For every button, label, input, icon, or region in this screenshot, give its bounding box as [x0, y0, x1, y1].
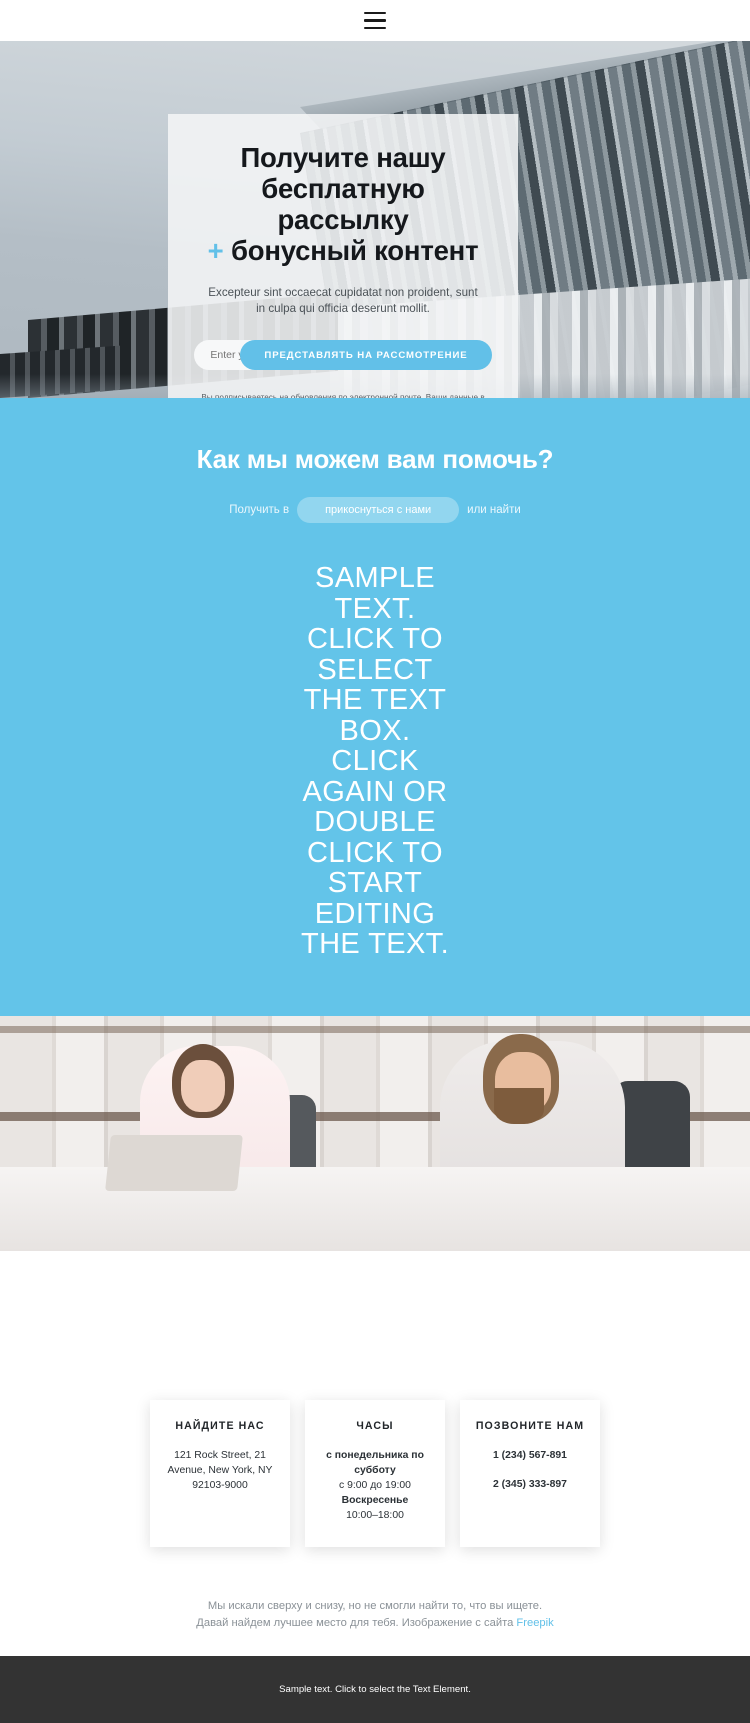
card-line: Воскресенье	[341, 1495, 409, 1506]
burger-line	[364, 19, 386, 22]
contact-us-pill-button[interactable]: прикоснуться с нами	[297, 497, 460, 523]
office-photo-band	[0, 1015, 750, 1251]
burger-line	[364, 12, 386, 15]
bottom-note-line-1: Мы искали сверху и снизу, но не смогли н…	[207, 1600, 543, 1612]
page-title: Получите нашу бесплатную рассылку + бону…	[194, 142, 492, 266]
footer-text[interactable]: Sample text. Click to select the Text El…	[279, 1684, 471, 1695]
card-line: 92103-9000	[192, 1480, 248, 1491]
card-line: Avenue, New York, NY	[167, 1465, 273, 1476]
hero-title-line-1: Получите нашу	[240, 142, 446, 173]
burger-line	[364, 26, 386, 29]
contact-card-call-us: ПОЗВОНИТЕ НАМ 1 (234) 567-891 2 (345) 33…	[460, 1400, 600, 1547]
contact-cards-row: НАЙДИТЕ НАС 121 Rock Street, 21 Avenue, …	[0, 1400, 750, 1547]
help-section-cta-row: Получить в прикоснуться с нами или найти	[0, 497, 750, 523]
hero-section: Получите нашу бесплатную рассылку + бону…	[0, 41, 750, 398]
newsletter-card: Получите нашу бесплатную рассылку + бону…	[168, 114, 518, 398]
newsletter-disclaimer: Вы подписываетесь на обновления по элект…	[194, 392, 492, 398]
submit-button[interactable]: ПРЕДСТАВЛЯТЬ НА РАССМОТРЕНИЕ	[240, 340, 492, 370]
bottom-note: Мы искали сверху и снизу, но не смогли н…	[0, 1598, 750, 1632]
freepik-link-footer[interactable]: Freepik	[516, 1617, 553, 1629]
hero-title-line-3: бонусный контент	[230, 235, 479, 266]
hamburger-menu-icon[interactable]	[364, 12, 386, 29]
plus-icon: +	[207, 235, 224, 266]
contact-card-find-us: НАЙДИТЕ НАС 121 Rock Street, 21 Avenue, …	[150, 1400, 290, 1547]
card-line: с 9:00 до 19:00	[339, 1480, 411, 1491]
contact-card-hours: ЧАСЫ с понедельника по субботу с 9:00 до…	[305, 1400, 445, 1547]
photo-laptop	[105, 1134, 243, 1191]
card-line: 1 (234) 567-891	[493, 1450, 567, 1461]
photo-man-beard	[494, 1087, 544, 1124]
hero-title-line-2: бесплатную рассылку	[261, 173, 425, 235]
cta-pre-text: Получить в	[229, 504, 290, 516]
card-line: субботу	[354, 1465, 396, 1476]
card-line: 10:00–18:00	[346, 1510, 404, 1521]
page-footer: Sample text. Click to select the Text El…	[0, 1656, 750, 1723]
photo-woman-face	[181, 1059, 225, 1112]
card-line: 121 Rock Street, 21	[174, 1450, 266, 1461]
card-line: с понедельника по	[326, 1450, 424, 1461]
help-section-title: Как мы можем вам помочь?	[196, 444, 554, 474]
cta-post-text: или найти	[467, 504, 521, 516]
card-title: НАЙДИТЕ НАС	[175, 1420, 265, 1432]
disclaimer-line-1: Вы подписываетесь на обновления по элект…	[201, 393, 485, 398]
help-section: Как мы можем вам помочь? Получить в прик…	[0, 398, 750, 1016]
card-title: ЧАСЫ	[356, 1420, 394, 1432]
sample-text-block[interactable]: SAMPLE TEXT. CLICK TO SELECT THE TEXT BO…	[293, 563, 458, 960]
hero-subtitle: Excepteur sint occaecat cupidatat non pr…	[208, 286, 478, 315]
bottom-note-line-2: Давай найдем лучшее место для тебя. Изоб…	[196, 1617, 514, 1629]
card-spacer	[472, 1463, 588, 1477]
card-title: ПОЗВОНИТЕ НАМ	[475, 1420, 585, 1432]
photo-shelf-upper	[0, 1025, 750, 1033]
newsletter-form: ПРЕДСТАВЛЯТЬ НА РАССМОТРЕНИЕ	[194, 340, 492, 370]
card-line: 2 (345) 333-897	[493, 1479, 567, 1490]
top-navbar	[0, 0, 750, 41]
